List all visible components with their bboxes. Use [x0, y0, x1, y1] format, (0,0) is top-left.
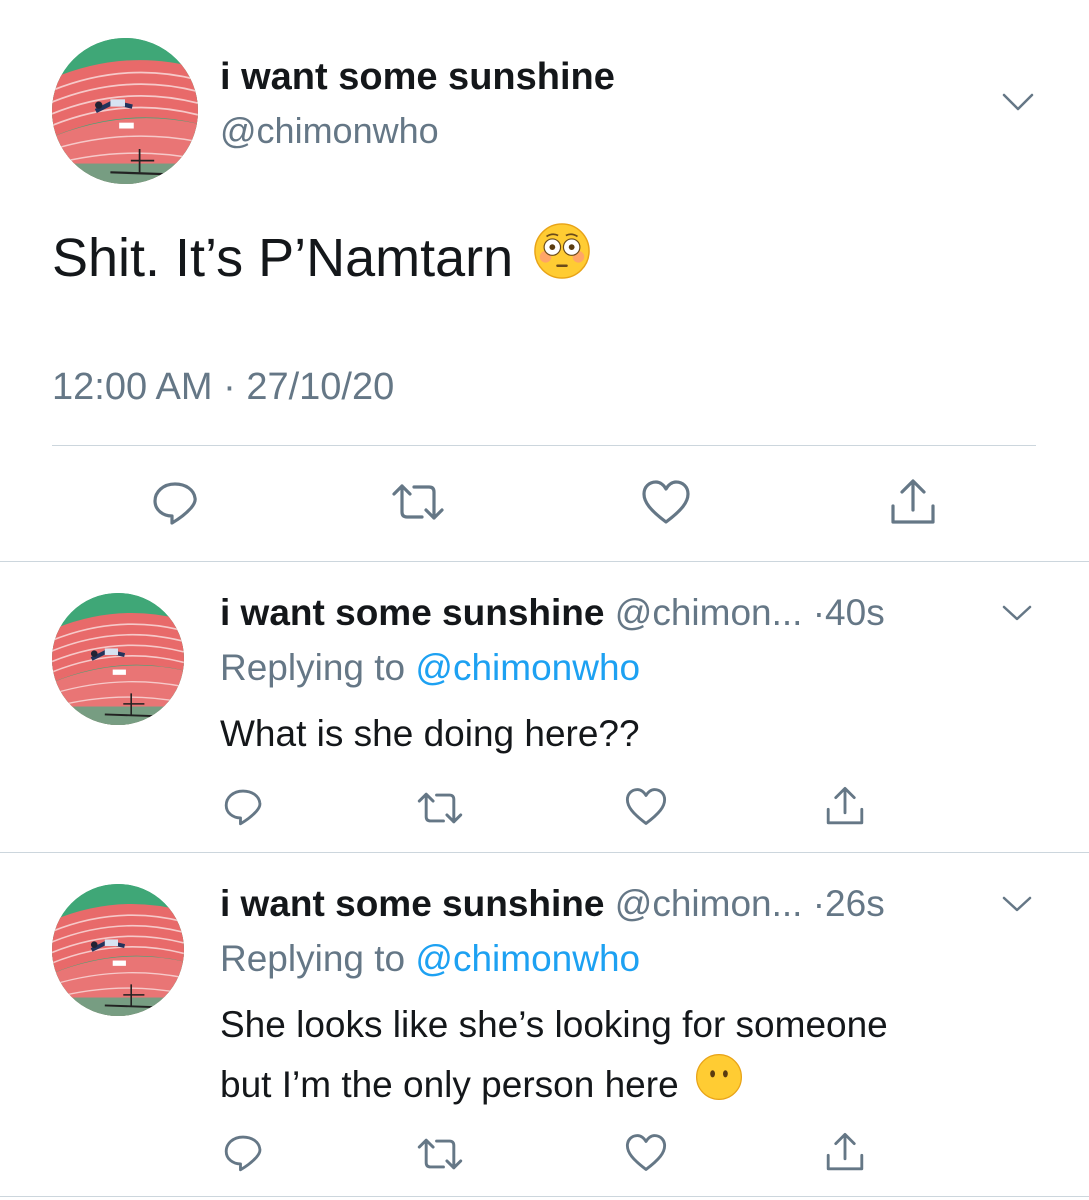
- chevron-down-icon[interactable]: [1000, 893, 1034, 915]
- replying-to-mention[interactable]: @chimonwho: [415, 938, 640, 979]
- main-tweet-timestamp: 12:00 AM · 27/10/20: [52, 366, 395, 408]
- reply-handle-time: @chimon... ·40s: [614, 592, 885, 633]
- replying-to: Replying to @chimonwho: [220, 938, 640, 980]
- main-tweet-avatar[interactable]: [52, 38, 198, 184]
- reply-text-line-row: but I’m the only person here: [220, 1053, 888, 1117]
- reply-text-line: She looks like she’s looking for someone: [220, 1004, 888, 1045]
- reply-header: i want some sunshine @chimon... ·40s: [220, 592, 885, 634]
- divider: [52, 445, 1036, 446]
- flushed-face-icon: [533, 222, 591, 293]
- retweet-icon[interactable]: [414, 789, 466, 832]
- hushed-face-icon: [695, 1053, 743, 1117]
- reply-handle-time: @chimon... ·26s: [614, 883, 885, 924]
- reply-icon[interactable]: [222, 1132, 264, 1179]
- reply-text-line: but I’m the only person here: [220, 1064, 679, 1105]
- reply-avatar[interactable]: [52, 593, 184, 725]
- divider: [0, 852, 1089, 853]
- replying-to-label: Replying to: [220, 938, 416, 979]
- main-tweet-handle[interactable]: @chimonwho: [220, 110, 439, 152]
- retweet-icon[interactable]: [414, 1135, 466, 1178]
- like-icon[interactable]: [624, 1132, 668, 1178]
- reply-text-line: What is she doing here??: [220, 713, 640, 754]
- divider: [0, 561, 1089, 562]
- like-icon[interactable]: [640, 478, 692, 531]
- share-icon[interactable]: [824, 784, 866, 833]
- reply-display-name[interactable]: i want some sunshine: [220, 592, 604, 633]
- share-icon[interactable]: [824, 1130, 866, 1179]
- replying-to-mention[interactable]: @chimonwho: [415, 647, 640, 688]
- chevron-down-icon[interactable]: [1000, 602, 1034, 624]
- reply-text: What is she doing here??: [220, 706, 640, 762]
- reply-header: i want some sunshine @chimon... ·26s: [220, 883, 885, 925]
- reply-icon[interactable]: [150, 478, 200, 533]
- divider: [0, 1196, 1089, 1197]
- main-tweet-display-name[interactable]: i want some sunshine: [220, 56, 615, 99]
- chevron-down-icon[interactable]: [1000, 90, 1036, 114]
- reply-icon[interactable]: [222, 786, 264, 833]
- reply-display-name[interactable]: i want some sunshine: [220, 883, 604, 924]
- reply-text: She looks like she’s looking for someone…: [220, 997, 888, 1117]
- reply-avatar[interactable]: [52, 884, 184, 1016]
- replying-to-label: Replying to: [220, 647, 416, 688]
- main-tweet-text: Shit. It’s P’Namtarn: [52, 227, 514, 288]
- like-icon[interactable]: [624, 786, 668, 832]
- retweet-icon[interactable]: [388, 480, 448, 529]
- replying-to: Replying to @chimonwho: [220, 647, 640, 689]
- share-icon[interactable]: [888, 476, 938, 533]
- main-tweet-text-row: Shit. It’s P’Namtarn: [52, 222, 591, 293]
